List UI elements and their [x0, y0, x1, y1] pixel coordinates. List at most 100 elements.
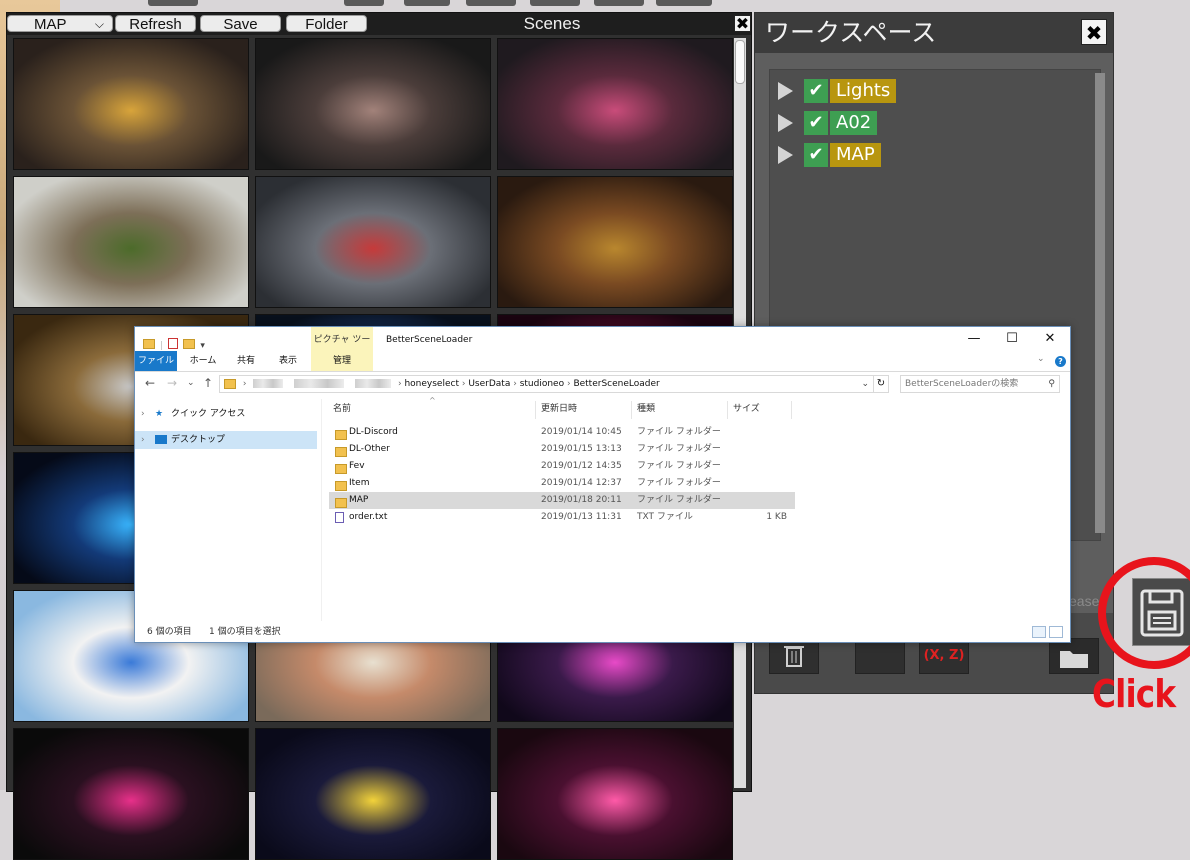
close-icon[interactable]: ✖	[734, 15, 751, 32]
save-button[interactable]: Save	[200, 15, 281, 33]
scene-thumbnail[interactable]	[255, 38, 491, 170]
column-separator[interactable]	[727, 401, 728, 419]
workspace-item-label: A02	[830, 111, 878, 135]
new-folder-icon[interactable]	[183, 338, 196, 349]
category-dropdown-value: MAP	[34, 16, 67, 33]
tab-view[interactable]: 表示	[269, 351, 307, 371]
search-icon: ⚲	[1048, 379, 1055, 389]
scene-thumbnail[interactable]	[497, 38, 733, 170]
column-date[interactable]: 更新日時	[541, 399, 631, 419]
breadcrumb-studioneo[interactable]: studioneo	[520, 379, 564, 389]
nav-item-quick-access[interactable]: › ★ クイック アクセス	[135, 405, 317, 423]
desktop-icon	[155, 431, 167, 449]
address-dropdown-icon[interactable]: ⌄	[861, 376, 869, 392]
scene-thumbnail[interactable]	[255, 728, 491, 860]
category-dropdown[interactable]: MAP ⌵	[7, 15, 113, 33]
redacted-path	[253, 379, 284, 388]
visibility-check-icon[interactable]: ✔	[804, 79, 828, 103]
xz-tool-button[interactable]: (X, Z)	[919, 638, 969, 674]
file-type: ファイル フォルダー	[637, 461, 721, 471]
file-row[interactable]: Item 2019/01/14 12:37 ファイル フォルダー	[329, 475, 795, 492]
folder-icon	[224, 378, 236, 389]
pane-divider[interactable]	[321, 399, 322, 621]
workspace-item-label: Lights	[830, 79, 897, 103]
folder-icon[interactable]	[1049, 638, 1099, 674]
visibility-check-icon[interactable]: ✔	[804, 111, 828, 135]
column-size[interactable]: サイズ	[733, 399, 793, 419]
workspace-header: ワークスペース ✖	[755, 13, 1113, 53]
address-row: ← → ⌄ ↑ › › honeyselect › UserData › stu…	[135, 373, 1070, 395]
tab-manage[interactable]: 管理	[311, 351, 373, 371]
file-date: 2019/01/13 11:31	[541, 512, 622, 522]
file-explorer-window: | ▾ ピクチャ ツール BetterSceneLoader — ☐ ✕ ファイ…	[134, 326, 1071, 643]
nav-item-desktop[interactable]: › デスクトップ	[135, 431, 317, 449]
scene-thumbnail[interactable]	[497, 728, 733, 860]
chevron-down-icon: ⌵	[94, 17, 104, 31]
expand-arrow-icon[interactable]	[778, 82, 793, 100]
address-bar[interactable]: › › honeyselect › UserData › studioneo ›…	[219, 375, 874, 393]
separator: |	[160, 341, 164, 351]
minimize-button[interactable]: —	[955, 327, 993, 351]
properties-icon[interactable]	[168, 338, 179, 349]
expand-arrow-icon[interactable]	[778, 146, 793, 164]
column-separator[interactable]	[535, 401, 536, 419]
file-row[interactable]: DL-Other 2019/01/15 13:13 ファイル フォルダー	[329, 441, 795, 458]
file-row[interactable]: order.txt 2019/01/13 11:31 TXT ファイル 1 KB	[329, 509, 795, 526]
file-row[interactable]: DL-Discord 2019/01/14 10:45 ファイル フォルダー	[329, 424, 795, 441]
column-separator[interactable]	[631, 401, 632, 419]
file-row[interactable]: MAP 2019/01/18 20:11 ファイル フォルダー	[329, 492, 795, 509]
search-input[interactable]: BetterSceneLoaderの検索 ⚲	[900, 375, 1060, 393]
folder-button[interactable]: Folder	[286, 15, 367, 33]
refresh-icon[interactable]: ↻	[873, 375, 889, 393]
expand-arrow-icon[interactable]	[778, 114, 793, 132]
top-stub	[344, 0, 384, 6]
large-icons-view-icon[interactable]	[1049, 626, 1063, 638]
release-label: ease	[1069, 593, 1100, 609]
file-row[interactable]: Fev 2019/01/12 14:35 ファイル フォルダー	[329, 458, 795, 475]
file-type: TXT ファイル	[637, 512, 693, 522]
back-arrow-icon[interactable]: ←	[145, 376, 155, 390]
tab-share[interactable]: 共有	[227, 351, 265, 371]
nav-label: デスクトップ	[171, 435, 226, 445]
breadcrumb-separator: ›	[242, 379, 247, 389]
scene-thumbnail[interactable]	[255, 176, 491, 308]
workspace-scrollbar[interactable]	[1095, 73, 1105, 533]
workspace-title: ワークスペース	[765, 18, 937, 47]
help-icon[interactable]: ?	[1055, 356, 1066, 367]
column-separator[interactable]	[791, 401, 792, 419]
column-type[interactable]: 種類	[637, 399, 727, 419]
visibility-check-icon[interactable]: ✔	[804, 143, 828, 167]
workspace-item[interactable]: ✔ MAP	[778, 142, 898, 168]
trash-icon[interactable]	[769, 638, 819, 674]
refresh-button[interactable]: Refresh	[115, 15, 196, 33]
expand-ribbon-icon[interactable]: ⌄	[1037, 354, 1045, 364]
recent-dropdown-icon[interactable]: ⌄	[187, 378, 195, 388]
file-date: 2019/01/18 20:11	[541, 495, 622, 505]
expand-arrow-icon[interactable]: ›	[141, 431, 145, 449]
scene-thumbnail[interactable]	[13, 728, 249, 860]
scene-toolbar: MAP ⌵ Refresh Save Folder Scenes ✖	[7, 13, 751, 35]
scene-thumbnail[interactable]	[13, 38, 249, 170]
scrollbar-thumb[interactable]	[735, 40, 745, 84]
forward-arrow-icon[interactable]: →	[167, 376, 177, 390]
nav-label: クイック アクセス	[171, 409, 246, 419]
up-arrow-icon[interactable]: ↑	[203, 376, 213, 390]
maximize-button[interactable]: ☐	[993, 327, 1031, 351]
expand-arrow-icon[interactable]: ›	[141, 405, 145, 423]
details-view-icon[interactable]	[1032, 626, 1046, 638]
blank-tool-button[interactable]	[855, 638, 905, 674]
close-button[interactable]: ✕	[1031, 327, 1069, 351]
tab-home[interactable]: ホーム	[183, 351, 223, 371]
workspace-item-label: MAP	[830, 143, 881, 167]
customize-dropdown-icon[interactable]: ▾	[200, 341, 205, 351]
top-stub	[530, 0, 580, 6]
breadcrumb-betterscene[interactable]: BetterSceneLoader	[573, 379, 659, 389]
tab-file[interactable]: ファイル	[135, 351, 177, 371]
scene-thumbnail[interactable]	[13, 176, 249, 308]
breadcrumb-userdata[interactable]: UserData	[468, 379, 510, 389]
close-icon[interactable]: ✖	[1081, 19, 1107, 45]
breadcrumb-honeyselect[interactable]: honeyselect	[404, 379, 459, 389]
workspace-item[interactable]: ✔ Lights	[778, 78, 898, 104]
scene-thumbnail[interactable]	[497, 176, 733, 308]
workspace-item[interactable]: ✔ A02	[778, 110, 898, 136]
